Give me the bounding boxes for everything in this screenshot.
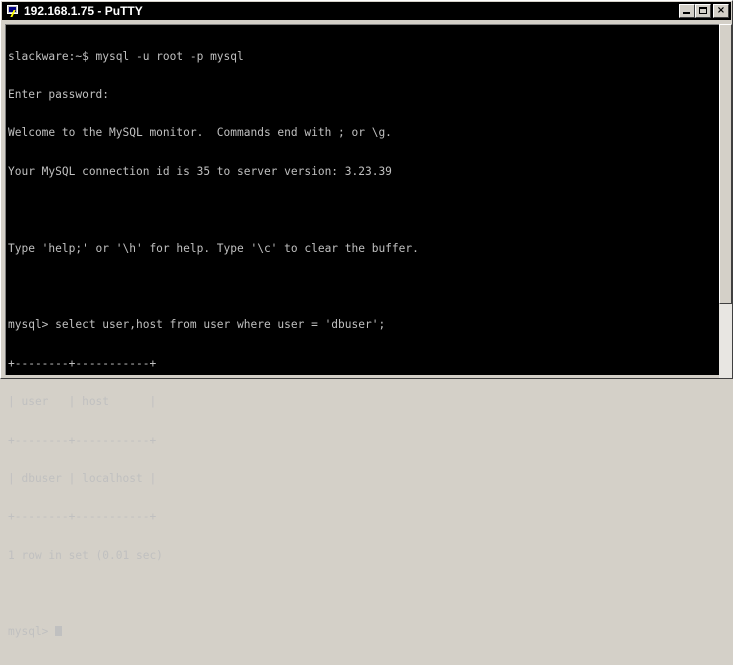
result-summary: 1 row in set (0.01 sec)	[8, 549, 163, 562]
vertical-scrollbar[interactable]	[719, 24, 732, 378]
text-cursor	[55, 626, 63, 637]
prompt-line: mysql>	[8, 626, 719, 639]
terminal-line: mysql> select user,host from user where …	[8, 319, 386, 332]
scrollbar-thumb[interactable]	[719, 24, 732, 304]
terminal-line: Type 'help;' or '\h' for help. Type '\c'…	[8, 242, 419, 255]
maximize-button[interactable]	[695, 4, 711, 18]
terminal-line: Your MySQL connection id is 35 to server…	[8, 165, 392, 178]
title-bar[interactable]: 192.168.1.75 - PuTTY ×	[2, 2, 731, 20]
result-table-row: | dbuser | localhost |	[8, 472, 157, 485]
result-table-border: +--------+-----------+	[8, 511, 157, 524]
terminal-output: slackware:~$ mysql -u root -p mysql Ente…	[6, 25, 719, 665]
mysql-prompt: mysql>	[8, 626, 56, 639]
minimize-button[interactable]	[679, 4, 695, 18]
maximize-icon	[699, 7, 707, 14]
putty-icon[interactable]	[6, 5, 20, 17]
terminal-line: Enter password:	[8, 88, 110, 101]
terminal-line: slackware:~$ mysql -u root -p mysql	[8, 50, 244, 63]
window-title: 192.168.1.75 - PuTTY	[24, 4, 143, 18]
result-table-border: +--------+-----------+	[8, 357, 157, 370]
terminal-line: Welcome to the MySQL monitor. Commands e…	[8, 127, 392, 140]
window-controls: ×	[679, 4, 729, 18]
putty-window: 192.168.1.75 - PuTTY × slackware:~$ mysq…	[0, 0, 733, 638]
terminal-area[interactable]: slackware:~$ mysql -u root -p mysql Ente…	[5, 24, 719, 638]
close-icon: ×	[716, 5, 726, 16]
result-table-border: +--------+-----------+	[8, 434, 157, 447]
close-button[interactable]: ×	[713, 4, 729, 18]
result-table-header: | user | host |	[8, 396, 157, 409]
minimize-icon	[683, 12, 690, 14]
